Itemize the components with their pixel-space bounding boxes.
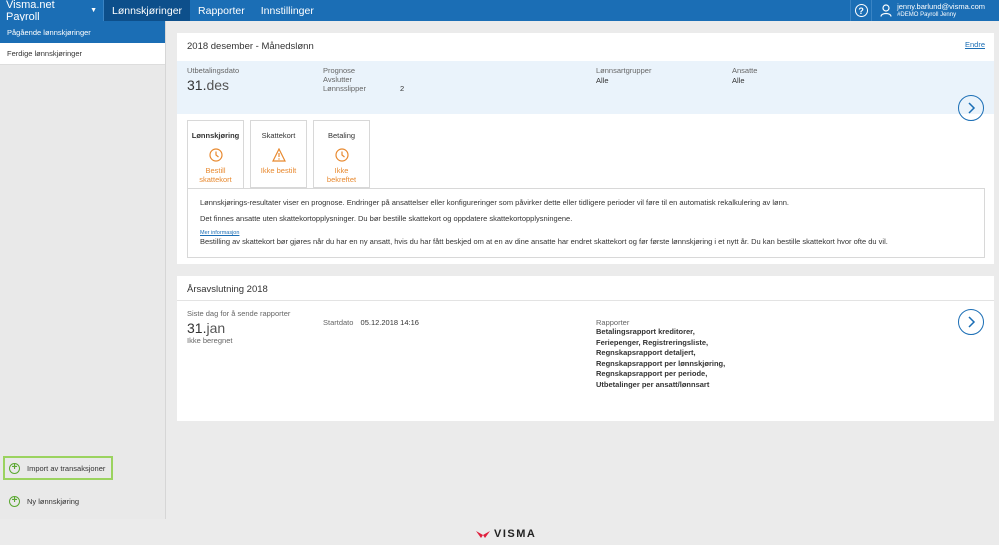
new-payrun-label: Ny lønnskjøring <box>27 496 80 506</box>
deadline-label: Siste dag for å sende rapporter <box>187 309 291 318</box>
open-year-end-button[interactable] <box>958 309 984 335</box>
open-payrun-button[interactable] <box>958 95 984 121</box>
wage-groups-value: Alle <box>596 76 609 85</box>
payrun-title: 2018 desember - Månedslønn <box>187 41 314 52</box>
wage-groups-label: Lønnsartgrupper <box>596 66 652 75</box>
help-icon: ? <box>854 4 868 17</box>
deadline-date: 31.jan <box>187 320 226 336</box>
info-panel: Lønnskjørings-resultater viser en progno… <box>187 188 985 258</box>
reports-label: Rapporter <box>596 318 630 327</box>
workflow-tabs: Lønnskjøring Bestill skattekort Skatteko… <box>187 120 376 189</box>
start-date-value: 05.12.2018 14:16 <box>360 318 419 327</box>
workflow-tab-status: Ikke <box>334 166 349 175</box>
payout-date-label: Utbetalingsdato <box>187 66 240 75</box>
status-avslutter: Avslutter <box>323 75 353 84</box>
user-email: jenny.barlund@visma.com <box>897 1 985 11</box>
reports-list: Betalingsrapport kreditorer, Feriepenger… <box>596 327 726 389</box>
chevron-right-icon <box>968 316 976 328</box>
visma-logo-mark-icon <box>476 531 490 538</box>
top-navigation-bar: Visma.net Payroll ▼ Lønnskjøringer Rappo… <box>0 0 999 23</box>
year-end-card: Årsavslutning 2018 Siste dag for å sende… <box>177 276 994 421</box>
tab-lonnskjoring-step[interactable]: Lønnskjøring Bestill skattekort <box>187 120 244 189</box>
workflow-tab-status: Bestill <box>205 166 226 175</box>
workflow-tab-status: bekreftet <box>326 175 357 184</box>
workflow-tab-status: Ikke bestilt <box>260 166 297 175</box>
chevron-down-icon: ▼ <box>90 7 97 14</box>
clock-icon <box>208 148 223 162</box>
payslips-label: Lønnsslipper <box>323 84 366 93</box>
import-transactions-button[interactable]: + Import av transaksjoner <box>3 456 113 480</box>
import-transactions-label: Import av transaksjoner <box>27 463 106 473</box>
start-date-label: Startdato <box>323 318 354 327</box>
more-info-link[interactable]: Mer informasjon <box>200 230 972 236</box>
help-button[interactable]: ? <box>850 0 873 21</box>
tab-innstillinger[interactable]: Innstillinger <box>253 0 322 21</box>
workflow-tab-title: Lønnskjøring <box>191 131 240 140</box>
user-icon <box>880 4 892 17</box>
status-prognose: Prognose <box>323 66 356 75</box>
plus-circle-icon: + <box>9 495 20 507</box>
payrun-summary: Utbetalingsdato 31.des Prognose Avslutte… <box>177 61 994 121</box>
tab-skattekort-step[interactable]: Skattekort Ikke bestilt <box>250 120 307 188</box>
workflow-tab-title: Betaling <box>327 131 356 140</box>
tab-lonnskjoringer[interactable]: Lønnskjøringer <box>104 0 191 21</box>
sidebar-actions: + Import av transaksjoner + Ny lønnskjør… <box>0 456 165 519</box>
workflow-tab-title: Skattekort <box>261 131 296 140</box>
edit-link[interactable]: Endre <box>965 40 985 49</box>
payout-date: 31.des <box>187 77 230 93</box>
payrun-card: 2018 desember - Månedslønn Endre Utbetal… <box>177 33 994 264</box>
sidebar: Pågående lønnskjøringer Ferdige lønnskjø… <box>0 21 166 519</box>
info-text-taxcard-order: Bestilling av skattekort bør gjøres når … <box>200 237 888 246</box>
workflow-tab-status: skattekort <box>199 175 232 184</box>
chevron-right-icon <box>968 102 976 114</box>
sidebar-item-finished-payruns[interactable]: Ferdige lønnskjøringer <box>0 43 165 65</box>
info-text-prognosis: Lønnskjørings-resultater viser en progno… <box>200 198 790 207</box>
user-organization: #DEMO Payroll Jenny <box>897 11 957 18</box>
payslips-count: 2 <box>400 84 405 93</box>
new-payrun-button[interactable]: + Ny lønnskjøring <box>0 489 165 513</box>
payslips-row: Lønnsslipper 2 <box>323 84 404 93</box>
tab-rapporter[interactable]: Rapporter <box>190 0 253 21</box>
clock-icon <box>334 148 349 162</box>
warning-icon <box>271 147 286 162</box>
visma-logo: VISMA <box>475 528 536 540</box>
visma-logo-text: VISMA <box>494 528 537 540</box>
user-menu[interactable]: jenny.barlund@visma.com #DEMO Payroll Je… <box>872 1 999 19</box>
employees-value: Alle <box>732 76 745 85</box>
app-title: Visma.net Payroll <box>6 0 55 23</box>
employees-label: Ansatte <box>732 66 758 75</box>
calculation-status: Ikke beregnet <box>187 336 233 345</box>
info-text-missing-taxcard: Det finnes ansatte uten skattekortopplys… <box>200 214 573 223</box>
sidebar-item-ongoing-payruns[interactable]: Pågående lønnskjøringer <box>0 21 165 43</box>
plus-circle-icon: + <box>9 462 20 474</box>
tab-betaling-step[interactable]: Betaling Ikke bekreftet <box>313 120 370 188</box>
year-end-title: Årsavslutning 2018 <box>187 284 268 295</box>
app-switcher[interactable]: Visma.net Payroll ▼ <box>0 0 104 23</box>
